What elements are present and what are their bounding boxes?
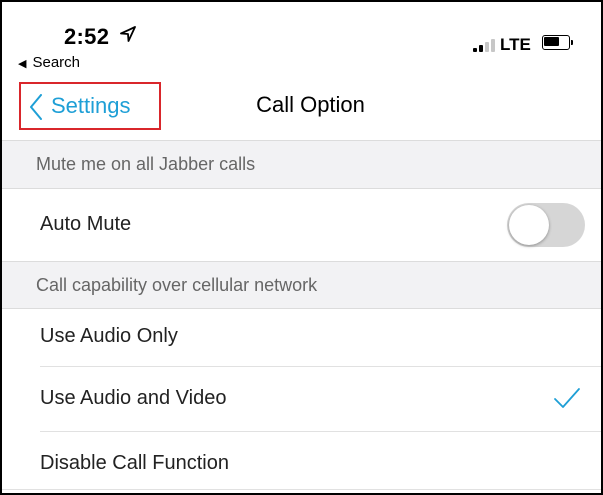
row-use-audio-only[interactable]: Use Audio Only [2,309,601,366]
checkmark-icon [554,388,580,408]
back-triangle-icon: ◀ [18,58,27,70]
section-header-call-capability: Call capability over cellular network [2,261,601,309]
option-label: Use Audio Only [40,325,178,347]
section-header-label: Call capability over cellular network [36,275,318,295]
section-header-mute: Mute me on all Jabber calls [2,141,601,189]
option-label: Disable Call Function [40,452,229,474]
row-use-audio-and-video[interactable]: Use Audio and Video [2,367,601,431]
navigation-bar: Settings Call Option [2,74,601,141]
bottom-divider [2,489,601,490]
back-app-label: Search [32,54,80,71]
page-title: Call Option [256,92,365,117]
back-to-app-link[interactable]: ◀ Search [18,54,80,71]
battery-level-fill [544,37,559,46]
option-label: Use Audio and Video [40,387,227,409]
section-header-label: Mute me on all Jabber calls [36,154,256,174]
location-arrow-icon [120,26,136,42]
toggle-knob [509,205,549,245]
auto-mute-toggle[interactable] [507,203,585,247]
row-auto-mute: Auto Mute [2,189,601,261]
auto-mute-label: Auto Mute [40,213,132,235]
row-disable-call-function[interactable]: Disable Call Function [2,432,601,493]
status-bar: 2:52 ◀ Search LTE [2,2,601,74]
network-type: LTE [500,35,531,54]
battery-icon [542,35,573,50]
status-time: 2:52 [64,24,110,49]
phone-screen: 2:52 ◀ Search LTE Settings Call Option M… [0,0,603,495]
cellular-signal-icon [473,38,497,52]
